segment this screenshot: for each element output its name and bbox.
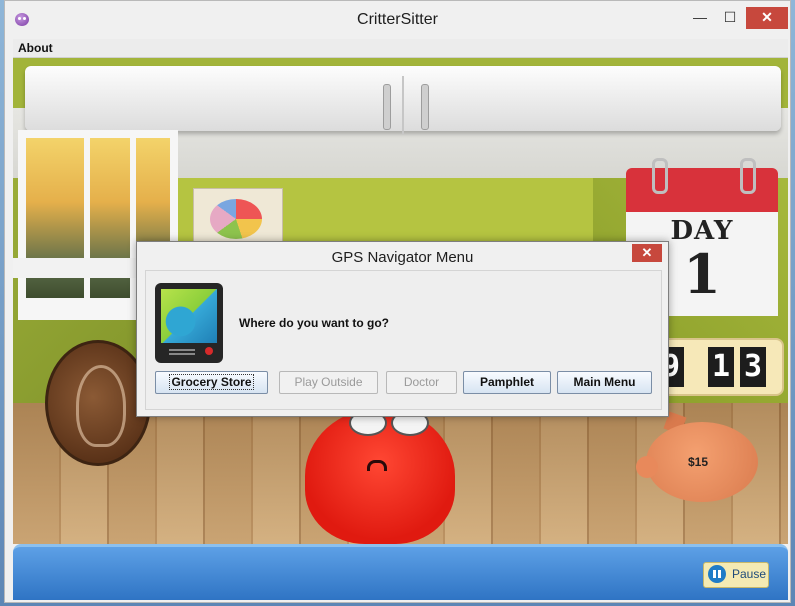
money-amount: $15 [688,455,709,469]
doctor-label: Doctor [403,375,440,389]
gps-power-light [205,347,213,355]
app-window: CritterSitter — ☐ ✕ About DAY 1 9 1 3 $1… [4,0,791,603]
piggy-bank: $15 [636,411,766,512]
window-title: CritterSitter [357,11,438,28]
menu-about[interactable]: About [18,41,53,55]
gps-navigator-icon [155,283,223,363]
close-window-button[interactable]: ✕ [746,7,788,29]
cabinet-handle-left [383,84,391,130]
title-bar: CritterSitter — ☐ ✕ [5,1,790,39]
clock-digit: 1 [708,347,734,387]
grocery-store-label: Grocery Store [169,374,254,390]
play-outside-label: Play Outside [294,375,363,389]
calendar-ring-icon [740,158,756,194]
dialog-close-button[interactable]: ✕ [632,244,662,262]
destination-prompt: Where do you want to go? [239,316,389,330]
gps-navigator-dialog: GPS Navigator Menu ✕ Where do you want t… [136,241,669,417]
critter-pet[interactable] [305,408,455,544]
gps-speaker-lines [169,349,195,351]
play-outside-button: Play Outside [279,371,378,394]
gps-map-screen [161,289,217,343]
pig-snout [636,456,658,478]
main-menu-button[interactable]: Main Menu [557,371,652,394]
pause-icon [708,565,726,583]
food-plate-icon [210,199,262,239]
pause-label: Pause [732,567,767,581]
maximize-button[interactable]: ☐ [717,7,743,29]
grocery-store-button[interactable]: Grocery Store [155,371,268,394]
pamphlet-label: Pamphlet [479,375,534,389]
menu-bar: About [13,39,788,58]
minimize-button[interactable]: — [687,7,713,29]
main-menu-label: Main Menu [573,375,636,389]
barrel-swirl-icon [76,365,126,447]
bottom-bar: Pause [13,544,788,600]
dialog-content: Where do you want to go? Grocery Store P… [145,270,662,410]
kitchen-cabinet [25,66,781,134]
pamphlet-button[interactable]: Pamphlet [463,371,551,394]
dialog-title: GPS Navigator Menu [331,249,474,266]
cabinet-handle-right [421,84,429,130]
doctor-button: Doctor [386,371,457,394]
critter-mouth [367,460,387,471]
cabinet-divider [402,76,404,134]
pause-button[interactable]: Pause [703,562,769,588]
clock-digit: 3 [740,347,766,387]
calendar-ring-icon [652,158,668,194]
